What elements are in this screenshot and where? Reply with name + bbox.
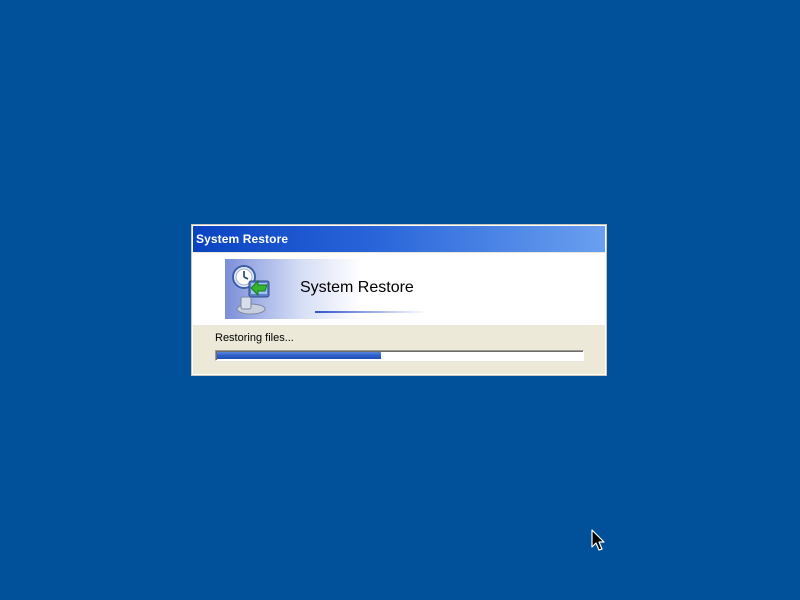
window-title: System Restore: [196, 232, 289, 246]
mouse-cursor-icon: [591, 529, 605, 551]
system-restore-icon: [232, 265, 270, 315]
banner: System Restore: [193, 253, 605, 325]
banner-title: System Restore: [300, 279, 414, 296]
status-text: Restoring files...: [215, 332, 294, 344]
progress-bar: [215, 350, 584, 361]
title-bar[interactable]: System Restore: [193, 226, 605, 252]
system-restore-dialog: System Restore System Restore Restoring …: [191, 224, 607, 376]
banner-divider-line: [315, 311, 425, 313]
progress-fill: [217, 352, 381, 359]
